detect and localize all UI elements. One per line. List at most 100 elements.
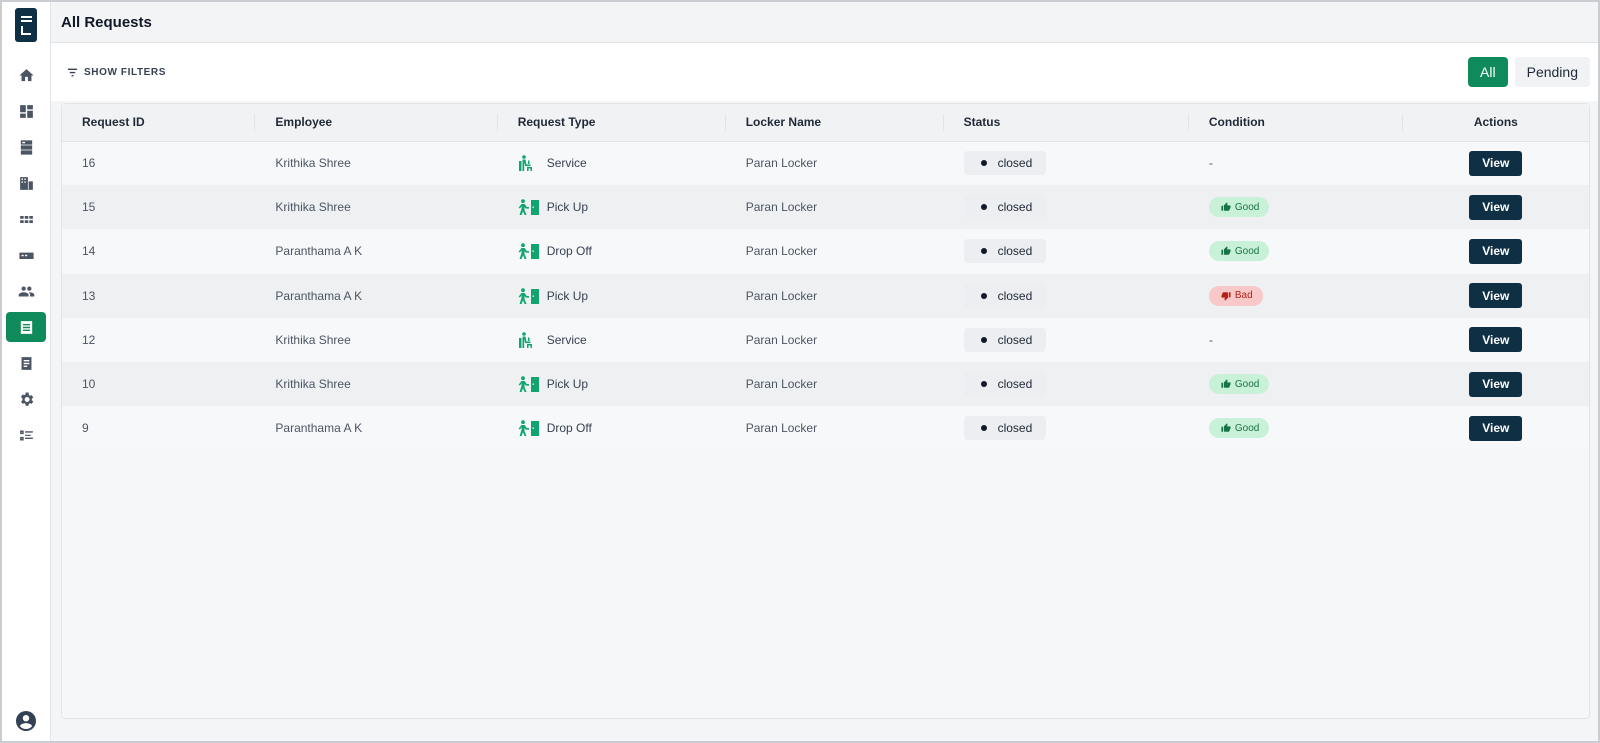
show-filters-button[interactable]: SHOW FILTERS — [67, 67, 166, 78]
view-button[interactable]: View — [1469, 371, 1523, 397]
cell-employee: Krithika Shree — [275, 377, 351, 392]
sidebar-item-users[interactable] — [6, 276, 46, 306]
view-button[interactable]: View — [1469, 283, 1523, 309]
condition-label: Good — [1234, 378, 1260, 390]
cell-request-type: Drop Off — [498, 229, 726, 273]
view-button[interactable]: View — [1469, 238, 1523, 264]
cell-request-id: 10 — [82, 377, 96, 392]
status-dot-icon — [980, 336, 987, 343]
sidebar-item-settings[interactable] — [6, 384, 46, 414]
sidebar-item-buildings[interactable] — [6, 168, 46, 198]
table-header-row: Request ID Employee Request Type Locker … — [62, 104, 1589, 141]
sidebar-item-home[interactable] — [6, 60, 46, 90]
cell-employee: Paranthama A K — [275, 244, 363, 259]
sidebar-item-grid[interactable] — [6, 204, 46, 234]
cell-condition: - — [1189, 318, 1403, 362]
locker-person-icon — [518, 199, 539, 216]
column-header-request-id[interactable]: Request ID — [62, 104, 256, 141]
status-label: closed — [997, 332, 1033, 347]
sidebar-item-documents[interactable] — [6, 348, 46, 378]
cell-request-id: 12 — [82, 332, 96, 347]
storage-icon — [20, 139, 32, 155]
card-icon — [18, 252, 34, 259]
table-row: 12 Krithika Shree Service Paran Locker close… — [62, 317, 1589, 362]
view-button[interactable]: View — [1469, 415, 1523, 441]
cell-employee: Krithika Shree — [275, 156, 351, 171]
column-header-locker-name[interactable]: Locker Name — [726, 104, 944, 141]
thumbs-up-icon — [1221, 379, 1231, 388]
condition-label: Good — [1234, 245, 1260, 257]
view-button[interactable]: View — [1469, 194, 1523, 220]
cell-actions: View — [1403, 229, 1589, 273]
cell-request-type: Pick Up — [498, 274, 726, 318]
thumbs-up-icon — [1221, 202, 1231, 212]
request-type: Drop Off — [518, 420, 726, 437]
view-button[interactable]: View — [1469, 327, 1523, 353]
column-header-condition[interactable]: Condition — [1189, 104, 1403, 141]
list-icon — [19, 430, 33, 440]
sidebar-item-dashboard[interactable] — [6, 96, 46, 126]
document-icon — [21, 356, 31, 370]
cell-actions: View — [1403, 406, 1589, 450]
app-logo[interactable] — [15, 8, 37, 42]
cell-status: closed — [944, 185, 1189, 229]
status-badge: closed — [963, 151, 1047, 176]
status-dot-icon — [980, 248, 987, 255]
profile-button[interactable] — [14, 709, 38, 733]
request-type-label: Service — [546, 332, 587, 347]
cell-locker-name: Paran Locker — [745, 200, 818, 215]
cell-request-id: 13 — [82, 288, 96, 303]
table-row: 9 Paranthama A K Drop Off Paran Locker close… — [62, 406, 1589, 451]
cell-request-id: 16 — [82, 156, 96, 171]
cell-status: closed — [944, 141, 1189, 185]
thumbs-down-icon — [1221, 291, 1231, 301]
status-label: closed — [997, 244, 1033, 259]
cell-actions: View — [1403, 318, 1589, 362]
tab-all[interactable]: All — [1468, 57, 1508, 87]
sidebar-item-list[interactable] — [6, 420, 46, 450]
condition-badge-good: Good — [1208, 418, 1270, 439]
requests-icon — [20, 320, 32, 334]
service-icon — [518, 155, 532, 172]
status-dot-icon — [980, 425, 987, 432]
sidebar-item-card[interactable] — [6, 240, 46, 270]
condition-badge-good: Good — [1208, 241, 1270, 262]
condition-label: Good — [1234, 201, 1260, 213]
cell-request-id: 14 — [82, 244, 96, 259]
sidebar-item-requests[interactable] — [6, 312, 46, 342]
request-type-label: Drop Off — [546, 421, 592, 436]
column-header-actions: Actions — [1473, 115, 1518, 130]
table-row: 14 Paranthama A K Drop Off Paran Locker clos… — [62, 229, 1589, 274]
cell-status: closed — [944, 274, 1189, 318]
column-header-status[interactable]: Status — [944, 104, 1190, 141]
status-dot-icon — [980, 292, 987, 299]
request-type: Service — [518, 332, 726, 348]
cell-status: closed — [944, 362, 1189, 406]
users-icon — [18, 286, 34, 296]
locker-person-icon — [518, 376, 539, 393]
top-bar: All Requests — [51, 2, 1598, 43]
cell-condition: Good — [1189, 406, 1403, 450]
table-body: 16 Krithika Shree Service Paran Locker close… — [62, 141, 1589, 451]
sidebar-item-storage[interactable] — [6, 132, 46, 162]
cell-locker-name: Paran Locker — [745, 156, 818, 171]
tab-pending[interactable]: Pending — [1514, 57, 1590, 87]
status-badge: closed — [963, 239, 1047, 264]
account-circle-icon — [16, 711, 36, 731]
status-badge: closed — [963, 283, 1047, 308]
status-label: closed — [997, 377, 1033, 392]
locker-person-icon — [518, 287, 539, 304]
request-filter-tabs: All Pending — [1468, 57, 1590, 87]
table-row: 10 Krithika Shree Pick Up Paran Locker close… — [62, 361, 1589, 407]
request-type: Pick Up — [518, 199, 726, 216]
table-row: 13 Paranthama A K Pick Up Paran Locker close… — [62, 273, 1589, 318]
request-type-label: Pick Up — [546, 377, 589, 392]
cell-request-type: Drop Off — [498, 406, 726, 450]
view-button[interactable]: View — [1469, 150, 1523, 176]
app-window: All Requests SHOW FILTERS All Pending Re… — [0, 0, 1600, 743]
column-header-request-type[interactable]: Request Type — [498, 104, 726, 141]
cell-request-type: Pick Up — [498, 185, 726, 229]
column-header-employee[interactable]: Employee — [255, 104, 498, 141]
cell-employee: Paranthama A K — [275, 421, 363, 436]
status-dot-icon — [980, 381, 987, 388]
